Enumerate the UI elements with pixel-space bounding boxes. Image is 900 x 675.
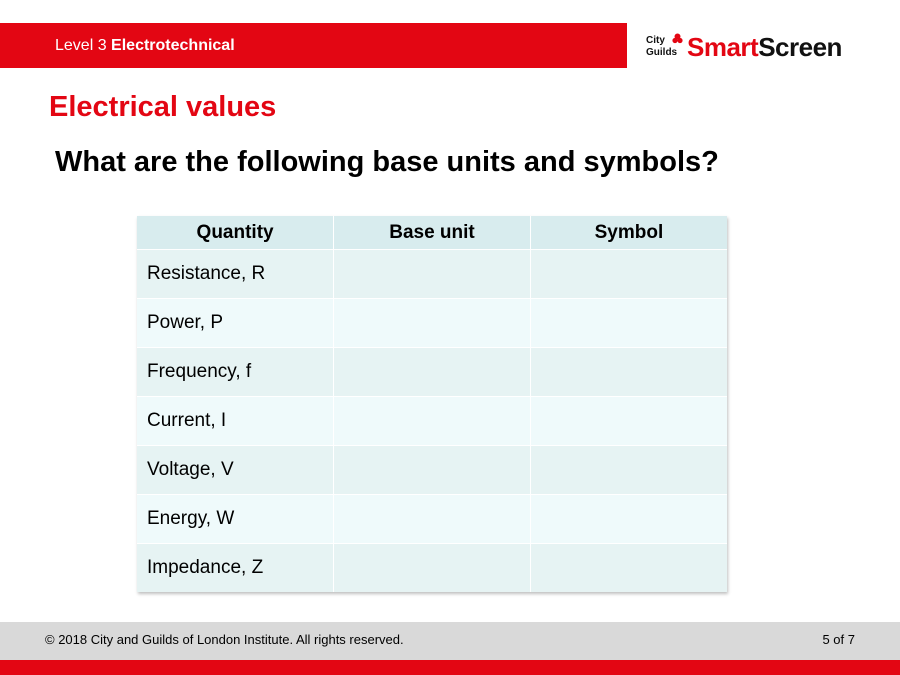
city-guilds-flower-icon [672,33,683,44]
base-unit-cell[interactable] [333,543,531,592]
table-row: Voltage, V [137,445,727,495]
city-guilds-logo: City Guilds [646,32,684,62]
quantity-cell: Power, P [137,298,335,348]
page-number: 5 of 7 [822,632,855,647]
table-row: Current, I [137,396,727,446]
bottom-red-band [0,660,900,675]
table-row: Energy, W [137,494,727,544]
units-table: Quantity Base unit Symbol Resistance, R … [137,216,727,592]
symbol-cell[interactable] [530,396,727,446]
symbol-cell[interactable] [530,249,727,299]
logo-city-text: City [646,35,665,46]
quantity-cell: Current, I [137,396,335,446]
quantity-cell: Resistance, R [137,249,335,299]
logo-guilds-text: Guilds [646,47,678,58]
table-header-row: Quantity Base unit Symbol [137,216,727,250]
base-unit-cell[interactable] [333,298,531,348]
slide-question: What are the following base units and sy… [55,146,719,178]
quantity-cell: Frequency, f [137,347,335,397]
quantity-cell: Energy, W [137,494,335,544]
slide-title: Electrical values [49,91,277,123]
table-row: Frequency, f [137,347,727,397]
course-label: Level 3 Electrotechnical [55,37,235,55]
symbol-cell[interactable] [530,494,727,544]
copyright-text: © 2018 City and Guilds of London Institu… [45,632,404,647]
quantity-cell: Voltage, V [137,445,335,495]
base-unit-cell[interactable] [333,347,531,397]
logo-smart-text: Smart [687,31,759,62]
symbol-cell[interactable] [530,445,727,495]
level-text: Level 3 [55,37,107,54]
base-unit-cell[interactable] [333,249,531,299]
column-header-base-unit: Base unit [333,216,531,250]
column-header-symbol: Symbol [530,216,727,250]
logo-screen-text: Screen [758,31,842,62]
quantity-cell: Impedance, Z [137,543,335,592]
column-header-quantity: Quantity [137,216,335,250]
table-row: Power, P [137,298,727,348]
base-unit-cell[interactable] [333,494,531,544]
city-guilds-smartscreen-logo: City Guilds SmartScreen [646,30,842,64]
course-name: Electrotechnical [111,37,235,54]
base-unit-cell[interactable] [333,396,531,446]
symbol-cell[interactable] [530,298,727,348]
symbol-cell[interactable] [530,347,727,397]
table-row: Resistance, R [137,249,727,299]
symbol-cell[interactable] [530,543,727,592]
smartscreen-wordmark: SmartScreen [687,32,842,63]
base-unit-cell[interactable] [333,445,531,495]
table-row: Impedance, Z [137,543,727,592]
